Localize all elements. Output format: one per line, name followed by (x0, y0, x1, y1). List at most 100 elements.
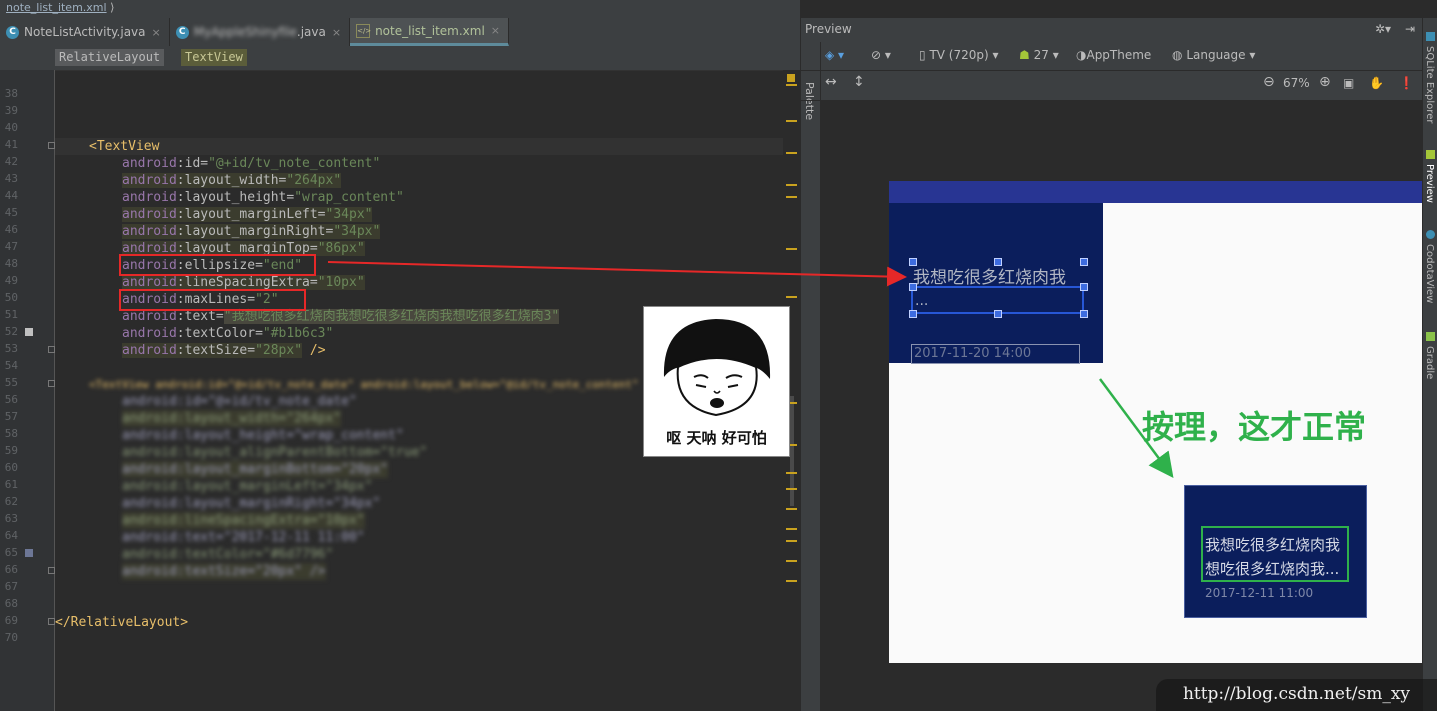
line-number: 59 (4, 444, 18, 457)
tab-gradle[interactable]: Gradle (1424, 346, 1435, 379)
line-number: 56 (4, 393, 18, 406)
chip-textview[interactable]: TextView (181, 49, 247, 66)
code-blurred-line: android:textColor="#6d7796" (122, 547, 334, 562)
fit-screen-icon[interactable]: ▣ (1343, 76, 1354, 90)
language-selector[interactable]: ◍ Language ▾ (1172, 48, 1255, 62)
file-breadcrumb[interactable]: note_list_item.xml ⟩ (0, 0, 800, 18)
tab-codotaview[interactable]: CodotaView (1424, 244, 1435, 303)
close-icon[interactable]: × (332, 26, 341, 39)
line-number: 54 (4, 359, 18, 372)
horizontal-resize-icon[interactable]: ↔ (825, 74, 837, 90)
fold-icon[interactable] (48, 142, 55, 149)
line-number: 38 (4, 87, 18, 100)
note-content-text: 我想吃很多红烧肉我 (913, 268, 1066, 288)
theme-selector[interactable]: ◑AppTheme (1076, 48, 1151, 62)
color-swatch-icon[interactable] (25, 549, 33, 557)
meme-sticker: 呕 天呐 好可怕 (643, 306, 790, 457)
line-number: 57 (4, 410, 18, 423)
close-icon[interactable]: × (491, 24, 500, 37)
preview-title: Preview (805, 22, 852, 36)
line-number: 64 (4, 529, 18, 542)
resize-handle[interactable] (909, 283, 917, 291)
xml-file-icon: </> (356, 23, 371, 38)
line-number: 62 (4, 495, 18, 508)
tab-label: note_list_item.xml (375, 23, 485, 38)
meme-caption: 呕 天呐 好可怕 (666, 429, 767, 447)
line-number: 66 (4, 563, 18, 576)
color-swatch-icon[interactable] (25, 328, 33, 336)
line-number: 53 (4, 342, 18, 355)
code-line-layout-height: android:layout_height="wrap_content" (122, 190, 404, 205)
editor-tab-bar: C NoteListActivity.java × C MyAppleShiny… (0, 18, 800, 47)
globe-icon: ◍ (1172, 48, 1183, 62)
line-number: 55 (4, 376, 18, 389)
hide-panel-icon[interactable]: ⇥ (1405, 22, 1415, 36)
shocked-face-icon (663, 319, 771, 417)
resize-handle[interactable] (909, 258, 917, 266)
code-blurred-open: <TextView android:id="@+id/tv_note_date"… (89, 378, 639, 391)
line-number: 48 (4, 257, 18, 270)
theme-icon: ◑ (1076, 48, 1087, 62)
resize-handle[interactable] (994, 258, 1002, 266)
component-path-bar: RelativeLayout TextView (0, 46, 800, 71)
tab-note-list-activity[interactable]: C NoteListActivity.java × (0, 18, 170, 46)
line-number-gutter: 38 39 40 41 42 43 44 45 46 47 48 49 50 51 52 53 54 55 56 57… (0, 70, 55, 711)
code-open-tag: <TextView (89, 139, 160, 154)
device-selector[interactable]: ▯ TV (720p) ▾ (919, 48, 999, 62)
vertical-resize-icon[interactable]: ↕ (853, 74, 865, 90)
zoom-in-icon[interactable]: ⊕ (1319, 74, 1331, 90)
code-line-layout-width: android:layout_width="264px" (122, 173, 342, 188)
line-number: 39 (4, 104, 18, 117)
resize-handle[interactable] (1080, 258, 1088, 266)
palette-strip[interactable]: Palette (801, 42, 821, 711)
resize-handle[interactable] (1080, 310, 1088, 318)
code-blurred-line: android:id="@+id/tv_note_date" (122, 394, 357, 409)
line-number: 67 (4, 580, 18, 593)
fold-icon[interactable] (48, 380, 55, 387)
close-icon[interactable]: × (152, 26, 161, 39)
code-line-id: android:id="@+id/tv_note_content" (122, 156, 381, 171)
resize-handle[interactable] (1080, 283, 1088, 291)
tab-preview[interactable]: Preview (1424, 164, 1435, 203)
resize-handle[interactable] (909, 310, 917, 318)
code-blurred-line: android:layout_alignParentBottom="true" (122, 445, 428, 460)
java-class-icon: C (6, 25, 19, 39)
tab-blurred-java-file[interactable]: C MyAppleShinyfile .java × (170, 18, 351, 46)
settings-gear-icon[interactable]: ✲▾ (1375, 22, 1391, 36)
pan-hand-icon[interactable]: ✋ (1369, 76, 1384, 90)
code-blurred-line: android:text="2017-12-11 11:00" (122, 530, 365, 545)
chip-relativelayout[interactable]: RelativeLayout (55, 49, 165, 66)
line-number: 52 (4, 325, 18, 338)
fold-icon[interactable] (48, 567, 55, 574)
tab-label-suffix: .java (296, 25, 326, 39)
tab-note-list-item-xml[interactable]: </> note_list_item.xml × (350, 18, 510, 46)
line-number: 47 (4, 240, 18, 253)
code-line-text-size: android:textSize="28px" /> (122, 343, 326, 358)
api-level-selector[interactable]: ☗ 27 ▾ (1019, 48, 1059, 62)
java-class-icon: C (175, 25, 189, 39)
fold-icon[interactable] (48, 346, 55, 353)
preview-toolbar: ◈ ▾ ⊘ ▾ ▯ TV (720p) ▾ ☗ 27 ▾ ◑AppTheme ◍… (801, 42, 1423, 71)
resize-handle[interactable] (994, 310, 1002, 318)
zoom-out-icon[interactable]: ⊖ (1263, 74, 1275, 90)
layers-icon[interactable]: ◈ ▾ (825, 48, 844, 62)
fold-icon[interactable] (48, 618, 55, 625)
line-number: 68 (4, 597, 18, 610)
error-indicator-icon[interactable]: ❗ (1399, 76, 1414, 90)
android-icon (1426, 150, 1435, 159)
note-ellipsis-text: ... (915, 293, 929, 309)
highlight-box-maxlines (119, 289, 306, 311)
breadcrumb-file-label[interactable]: note_list_item.xml (6, 1, 107, 14)
warning-indicator-icon[interactable] (787, 74, 795, 82)
code-line-margin-left: android:layout_marginLeft="34px" (122, 207, 373, 222)
line-number: 70 (4, 631, 18, 644)
line-number: 65 (4, 546, 18, 559)
code-blurred-line: android:textSize="20px" /> (122, 563, 326, 580)
note-content-line-1: 我想吃很多红烧肉我 (1205, 536, 1341, 554)
note-card-broken[interactable]: 我想吃很多红烧肉我 ... 2017-11-20 14:00 (889, 203, 1103, 364)
line-number: 69 (4, 614, 18, 627)
tab-sqlite-explorer[interactable]: SQLite Explorer (1424, 46, 1435, 123)
orientation-icon[interactable]: ⊘ ▾ (871, 48, 891, 62)
line-number: 60 (4, 461, 18, 474)
note-content-line-2: 想吃很多红烧肉我... (1205, 560, 1340, 578)
